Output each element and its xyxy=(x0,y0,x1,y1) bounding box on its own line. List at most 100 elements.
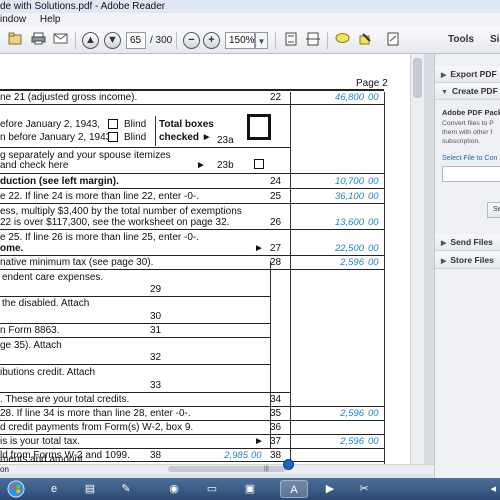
zoom-out-icon[interactable]: − xyxy=(183,32,200,49)
form-cents[interactable]: 00 xyxy=(368,191,379,202)
email-icon[interactable] xyxy=(52,32,69,49)
form-cents[interactable]: 00 xyxy=(368,257,379,268)
highlight-icon[interactable] xyxy=(356,32,373,49)
form-line-text: and check here xyxy=(0,160,69,171)
form-amount[interactable]: 36,100 xyxy=(290,191,364,202)
form-row-rule xyxy=(0,147,290,148)
send-files-label: Send Files xyxy=(450,237,493,247)
page-down-icon[interactable]: ▼ xyxy=(104,32,121,49)
blind-label: Blind xyxy=(124,119,147,130)
comment-icon[interactable] xyxy=(334,32,351,49)
form-amount[interactable]: 2,596 xyxy=(290,257,364,268)
pane-splitter[interactable] xyxy=(424,54,434,464)
print-icon[interactable] xyxy=(30,32,47,49)
form-line-text: d credit payments from Form(s) W-2, box … xyxy=(0,422,194,433)
form-row-rule xyxy=(0,255,384,256)
vertical-scroll-thumb[interactable] xyxy=(413,58,422,98)
tools-pane-link[interactable]: Tools xyxy=(448,34,474,45)
form-line-text: 22 is over $117,300, see the worksheet o… xyxy=(0,217,230,228)
toolbar-divider xyxy=(275,32,276,49)
arrow-indicator: ► xyxy=(196,160,206,171)
snipping-icon[interactable]: ✂ xyxy=(350,480,378,498)
form-cents[interactable]: 00 xyxy=(368,92,379,103)
paint-icon[interactable]: ✎ xyxy=(112,480,140,498)
form-amount[interactable]: 13,600 xyxy=(290,217,364,228)
itemizes-checkbox[interactable] xyxy=(254,159,264,169)
menu-help[interactable]: Help xyxy=(40,14,61,25)
toolbar-divider xyxy=(327,32,328,49)
blind-checkbox[interactable] xyxy=(108,132,118,142)
form-cents[interactable]: 00 xyxy=(368,243,379,254)
vertical-scrollbar[interactable] xyxy=(410,54,424,464)
form-cents[interactable]: 00 xyxy=(251,450,262,461)
media-icon[interactable]: ▶ xyxy=(316,480,344,498)
total-boxes-label: Total boxes xyxy=(159,119,214,130)
mouse-cursor-icon xyxy=(283,459,294,470)
page-heading: Page 2 xyxy=(356,78,388,89)
send-files-panel-header[interactable]: ▶ Send Files xyxy=(435,234,500,251)
file-select-field[interactable] xyxy=(442,166,500,182)
form-row-rule xyxy=(0,406,384,407)
start-button[interactable] xyxy=(2,480,30,498)
form-cents[interactable]: 00 xyxy=(368,217,379,228)
form-cents[interactable]: 00 xyxy=(368,176,379,187)
blind-checkbox[interactable] xyxy=(108,119,118,129)
export-pdf-panel-header[interactable]: ▶ Export PDF xyxy=(435,66,500,83)
form-line-number: 26 xyxy=(270,217,282,228)
form-line-text: the disabled. Attach xyxy=(2,298,90,309)
form-amount[interactable]: 22,500 xyxy=(290,243,364,254)
select-file-link[interactable]: Select File to Con xyxy=(442,155,497,162)
pdf-pack-title: Adobe PDF Pack xyxy=(442,108,500,117)
form-line-number: 23b xyxy=(217,160,234,171)
open-icon[interactable] xyxy=(6,32,23,49)
toolbar: ▲ ▼ / 300 − + 150% ▼ Tools Si xyxy=(0,27,500,54)
form-amount[interactable]: 2,985 xyxy=(190,450,248,461)
export-pdf-label: Export PDF xyxy=(450,69,497,79)
form-row-rule xyxy=(0,323,270,324)
sign-icon[interactable] xyxy=(384,32,401,49)
form-cents[interactable]: 00 xyxy=(368,436,379,447)
create-pdf-panel-header[interactable]: ▼ Create PDF xyxy=(435,83,500,100)
form-line-34-text: . These are your total credits. xyxy=(0,394,130,405)
expand-icon: ▶ xyxy=(441,240,447,247)
form-amount[interactable]: 46,800 xyxy=(290,92,364,103)
form-line-number: 27 xyxy=(270,243,282,254)
zoom-in-icon[interactable]: + xyxy=(203,32,220,49)
inner-line-number: 31 xyxy=(150,325,162,336)
zoom-dropdown-chevron-icon[interactable]: ▼ xyxy=(255,32,268,49)
form-amount[interactable]: 10,700 xyxy=(290,176,364,187)
form-line-text: ge 35). Attach xyxy=(0,340,62,351)
app-icon[interactable]: ▣ xyxy=(236,480,264,498)
scroll-grip-icon: ||| xyxy=(264,466,269,472)
fit-width-icon[interactable] xyxy=(304,32,321,49)
menu-window[interactable]: indow xyxy=(0,14,26,25)
form-cents[interactable]: 00 xyxy=(368,408,379,419)
fit-page-icon[interactable] xyxy=(282,32,299,49)
page-number-input[interactable] xyxy=(126,32,146,49)
form-row-rule xyxy=(0,420,384,421)
form-line-text: ome. xyxy=(0,243,24,254)
taskbar: e ▤ ✎ ◉ ▭ ▣ A ▶ ✂ ◂ xyxy=(0,478,500,500)
inner-line-number: 38 xyxy=(150,450,162,461)
store-files-panel-header[interactable]: ▶ Store Files xyxy=(435,252,500,269)
form-amount[interactable]: 2,596 xyxy=(290,436,364,447)
zoom-level-input[interactable]: 150% xyxy=(225,32,255,49)
explorer-icon[interactable]: ▤ xyxy=(76,480,104,498)
select-files-button[interactable]: Se xyxy=(487,202,500,218)
form-row-rule xyxy=(0,269,384,270)
folder-icon[interactable]: ▭ xyxy=(198,480,226,498)
toolbar-divider xyxy=(176,32,177,49)
horizontal-scrollbar[interactable]: ||| xyxy=(0,464,434,473)
form-amount[interactable]: 2,596 xyxy=(290,408,364,419)
system-tray[interactable]: ◂ xyxy=(490,480,496,498)
inner-line-number: 30 xyxy=(150,311,162,322)
page-up-icon[interactable]: ▲ xyxy=(82,32,99,49)
form-row-rule xyxy=(0,392,290,393)
sign-pane-link[interactable]: Si xyxy=(490,34,499,45)
total-boxes-input[interactable] xyxy=(247,114,271,140)
adobe-reader-taskbar-icon[interactable]: A xyxy=(280,480,308,498)
ie-icon[interactable]: e xyxy=(40,480,68,498)
chrome-icon[interactable]: ◉ xyxy=(160,480,188,498)
store-files-label: Store Files xyxy=(450,255,494,265)
expand-icon: ▶ xyxy=(441,258,447,265)
